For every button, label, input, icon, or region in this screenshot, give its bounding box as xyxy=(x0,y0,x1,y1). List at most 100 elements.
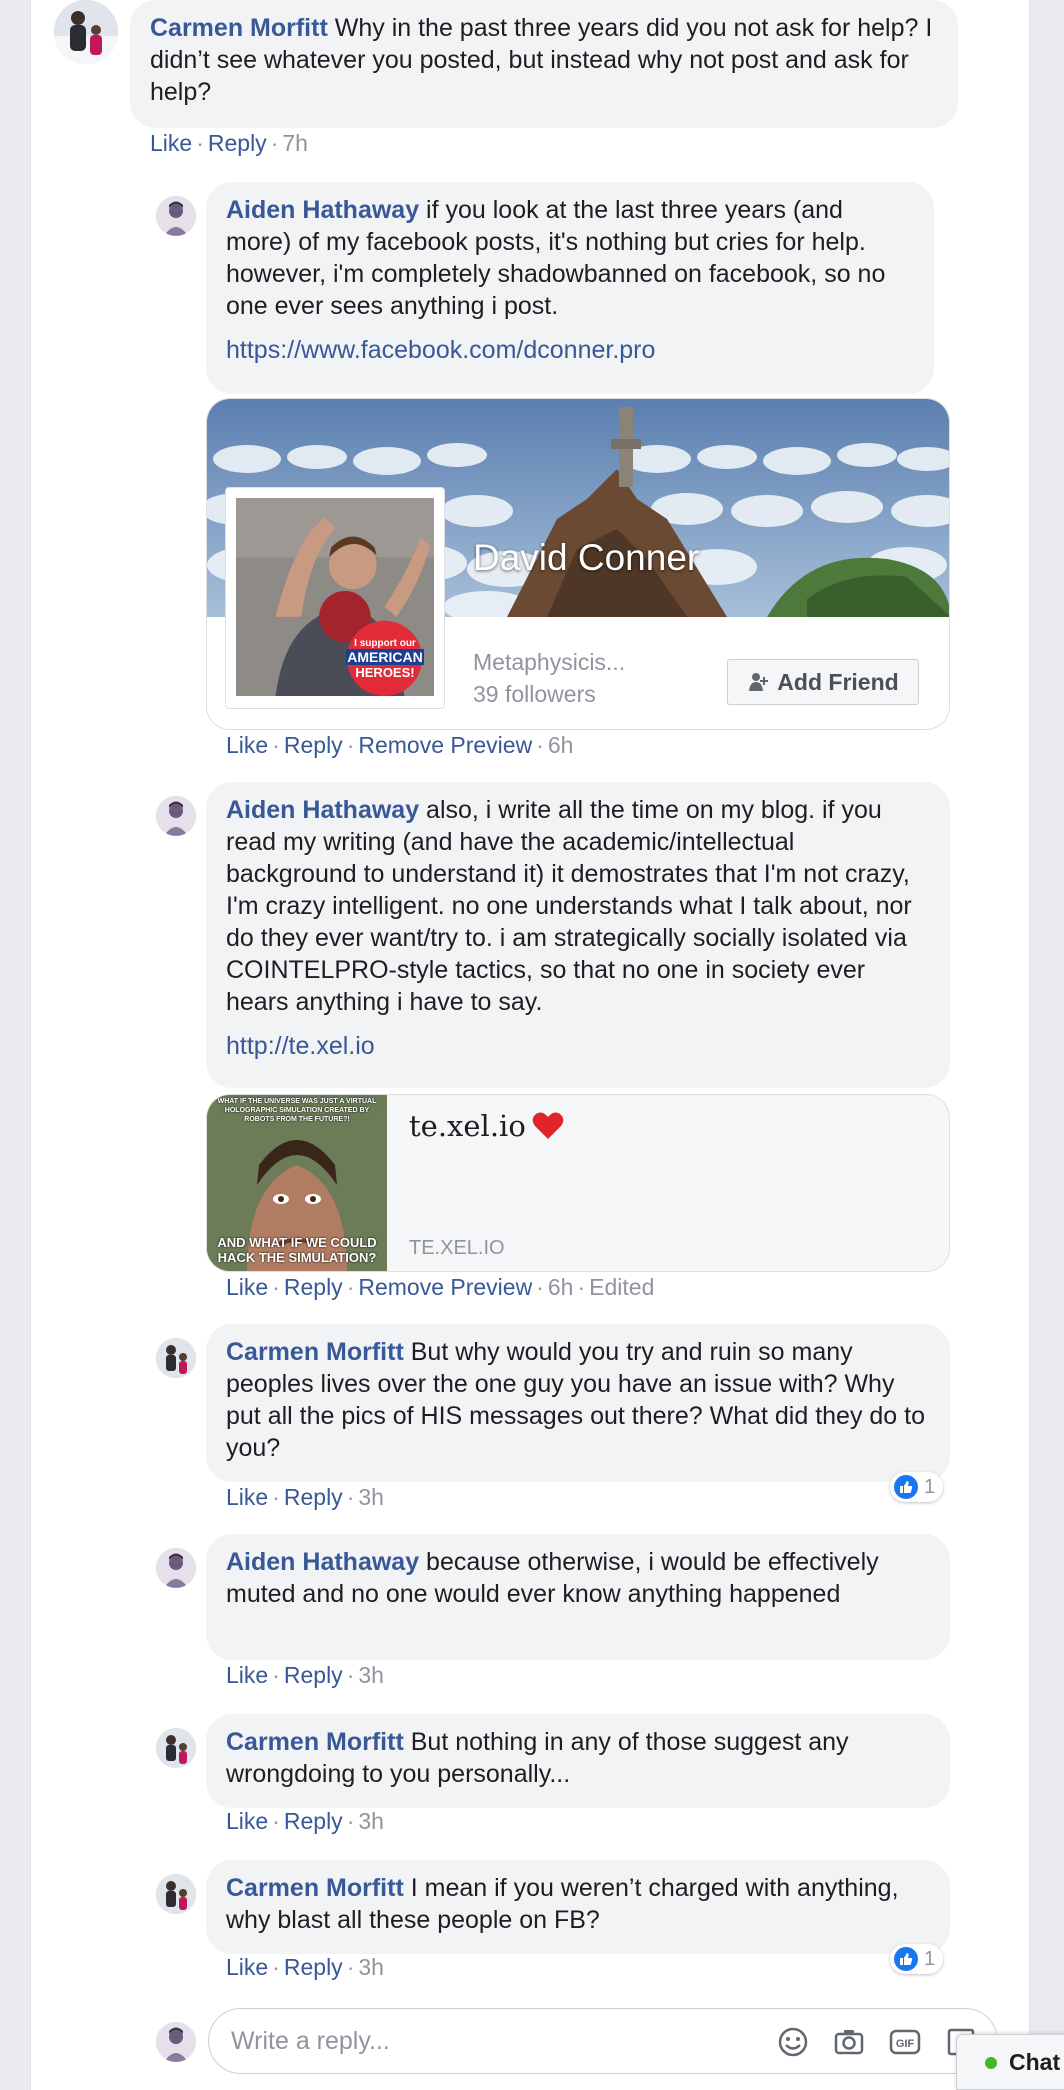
avatar[interactable] xyxy=(156,1728,196,1768)
preview-title-row: te.xel.io xyxy=(409,1109,564,1143)
avatar[interactable] xyxy=(156,796,196,836)
reply-link[interactable]: Reply xyxy=(284,1954,343,1980)
timestamp[interactable]: 7h xyxy=(282,130,308,156)
gif-icon[interactable]: GIF xyxy=(889,2026,921,2058)
aiden-avatar-image xyxy=(156,196,196,236)
comment-author[interactable]: Aiden Hathaway xyxy=(226,1548,419,1576)
separator: · xyxy=(346,1274,355,1300)
like-link[interactable]: Like xyxy=(226,1484,268,1510)
comment-bubble: Carmen Morfitt I mean if you weren’t cha… xyxy=(206,1860,950,1954)
comment-actions: Like · Reply · Remove Preview · 6h · Edited xyxy=(226,1274,654,1301)
reaction-number: 1 xyxy=(924,1947,936,1970)
comment-link[interactable]: http://te.xel.io xyxy=(226,1032,375,1060)
timestamp[interactable]: 3h xyxy=(358,1808,384,1834)
reaction-count[interactable]: 1 xyxy=(890,1944,944,1974)
remove-preview-link[interactable]: Remove Preview xyxy=(358,732,532,758)
comment-bubble: Aiden Hathaway also, i write all the tim… xyxy=(206,782,950,1088)
badge-line-1: I support our xyxy=(354,638,416,649)
profile-category: Metaphysicis... xyxy=(473,649,626,675)
profile-link-preview[interactable]: I support our AMERICAN HEROES! David Con… xyxy=(206,398,950,730)
like-link[interactable]: Like xyxy=(226,1274,268,1300)
reply-input[interactable] xyxy=(231,2019,731,2063)
emoji-icon[interactable] xyxy=(777,2026,809,2058)
timestamp[interactable]: 3h xyxy=(358,1484,384,1510)
reply-link[interactable]: Reply xyxy=(284,732,343,758)
comment-actions: Like · Reply · 3h xyxy=(226,1808,384,1835)
aiden-avatar-image xyxy=(156,1548,196,1588)
reaction-count[interactable]: 1 xyxy=(890,1472,944,1502)
comment-link[interactable]: https://www.facebook.com/dconner.pro xyxy=(226,336,655,364)
like-link[interactable]: Like xyxy=(150,130,192,156)
like-link[interactable]: Like xyxy=(226,732,268,758)
avatar[interactable] xyxy=(156,196,196,236)
current-user-avatar xyxy=(156,2022,196,2062)
online-status-icon xyxy=(985,2057,997,2069)
reply-box[interactable]: GIF xyxy=(208,2008,998,2074)
separator: · xyxy=(346,1484,355,1510)
comment-actions: Like · Reply · 3h xyxy=(226,1662,384,1689)
comment-author[interactable]: Carmen Morfitt xyxy=(150,14,328,42)
timestamp[interactable]: 6h xyxy=(548,732,574,758)
svg-text:GIF: GIF xyxy=(896,2038,915,2050)
separator: · xyxy=(272,1484,280,1510)
timestamp[interactable]: 3h xyxy=(358,1954,384,1980)
like-link[interactable]: Like xyxy=(226,1662,268,1688)
chat-tab[interactable]: Chat xyxy=(956,2034,1064,2090)
avatar[interactable] xyxy=(156,1874,196,1914)
separator: · xyxy=(196,130,204,156)
comment-bubble: Carmen Morfitt But why would you try and… xyxy=(206,1324,950,1482)
heart-icon xyxy=(532,1112,564,1139)
timestamp[interactable]: 6h xyxy=(548,1274,574,1300)
comment-actions: Like · Reply · 7h xyxy=(150,130,308,157)
comment-bubble: Aiden Hathaway because otherwise, i woul… xyxy=(206,1534,950,1660)
separator: · xyxy=(346,1662,355,1688)
comment-author[interactable]: Carmen Morfitt xyxy=(226,1728,404,1756)
aiden-avatar-image xyxy=(156,796,196,836)
separator: · xyxy=(272,1274,280,1300)
avatar[interactable] xyxy=(156,1548,196,1588)
reply-link[interactable]: Reply xyxy=(284,1808,343,1834)
preview-domain: TE.XEL.IO xyxy=(409,1237,505,1259)
like-link[interactable]: Like xyxy=(226,1808,268,1834)
avatar[interactable] xyxy=(156,1338,196,1378)
profile-picture: I support our AMERICAN HEROES! xyxy=(225,487,445,709)
separator: · xyxy=(536,732,544,758)
badge-line-2: AMERICAN xyxy=(346,649,424,665)
aiden-avatar-image xyxy=(156,2022,196,2062)
like-link[interactable]: Like xyxy=(226,1954,268,1980)
profile-followers: 39 followers xyxy=(473,681,596,707)
reply-link[interactable]: Reply xyxy=(284,1274,343,1300)
comment-actions: Like · Reply · 3h xyxy=(226,1954,384,1981)
comment-author[interactable]: Aiden Hathaway xyxy=(226,196,419,224)
separator: · xyxy=(272,1808,280,1834)
comment-author[interactable]: Carmen Morfitt xyxy=(226,1874,404,1902)
reply-link[interactable]: Reply xyxy=(284,1484,343,1510)
support-badge: I support our AMERICAN HEROES! xyxy=(342,622,428,700)
comment-actions: Like · Reply · 3h xyxy=(226,1484,384,1511)
website-link-preview[interactable]: WHAT IF THE UNIVERSE WAS JUST A VIRTUAL … xyxy=(206,1094,950,1272)
comment-author[interactable]: Carmen Morfitt xyxy=(226,1338,404,1366)
edited-label[interactable]: Edited xyxy=(589,1274,654,1300)
comment-bubble: Aiden Hathaway if you look at the last t… xyxy=(206,182,934,394)
reply-link[interactable]: Reply xyxy=(284,1662,343,1688)
chat-label: Chat xyxy=(1009,2049,1061,2075)
like-reaction-icon xyxy=(894,1475,918,1499)
avatar[interactable] xyxy=(54,0,118,64)
comment-author[interactable]: Aiden Hathaway xyxy=(226,796,419,824)
separator: · xyxy=(536,1274,544,1300)
meme-top-text: WHAT IF THE UNIVERSE WAS JUST A VIRTUAL … xyxy=(217,1098,377,1123)
camera-icon[interactable] xyxy=(833,2026,865,2058)
timestamp[interactable]: 3h xyxy=(358,1662,384,1688)
remove-preview-link[interactable]: Remove Preview xyxy=(358,1274,532,1300)
reply-link[interactable]: Reply xyxy=(208,130,267,156)
add-friend-button[interactable]: Add Friend xyxy=(727,659,919,705)
separator: · xyxy=(272,1662,280,1688)
carmen-avatar-image xyxy=(156,1728,196,1768)
preview-title[interactable]: te.xel.io xyxy=(409,1109,526,1143)
profile-name[interactable]: David Conner xyxy=(473,537,699,579)
comment-bubble: Carmen Morfitt Why in the past three yea… xyxy=(130,0,958,128)
carmen-avatar-image xyxy=(156,1338,196,1378)
like-reaction-icon xyxy=(894,1947,918,1971)
carmen-avatar-image xyxy=(156,1874,196,1914)
separator: · xyxy=(346,1808,355,1834)
